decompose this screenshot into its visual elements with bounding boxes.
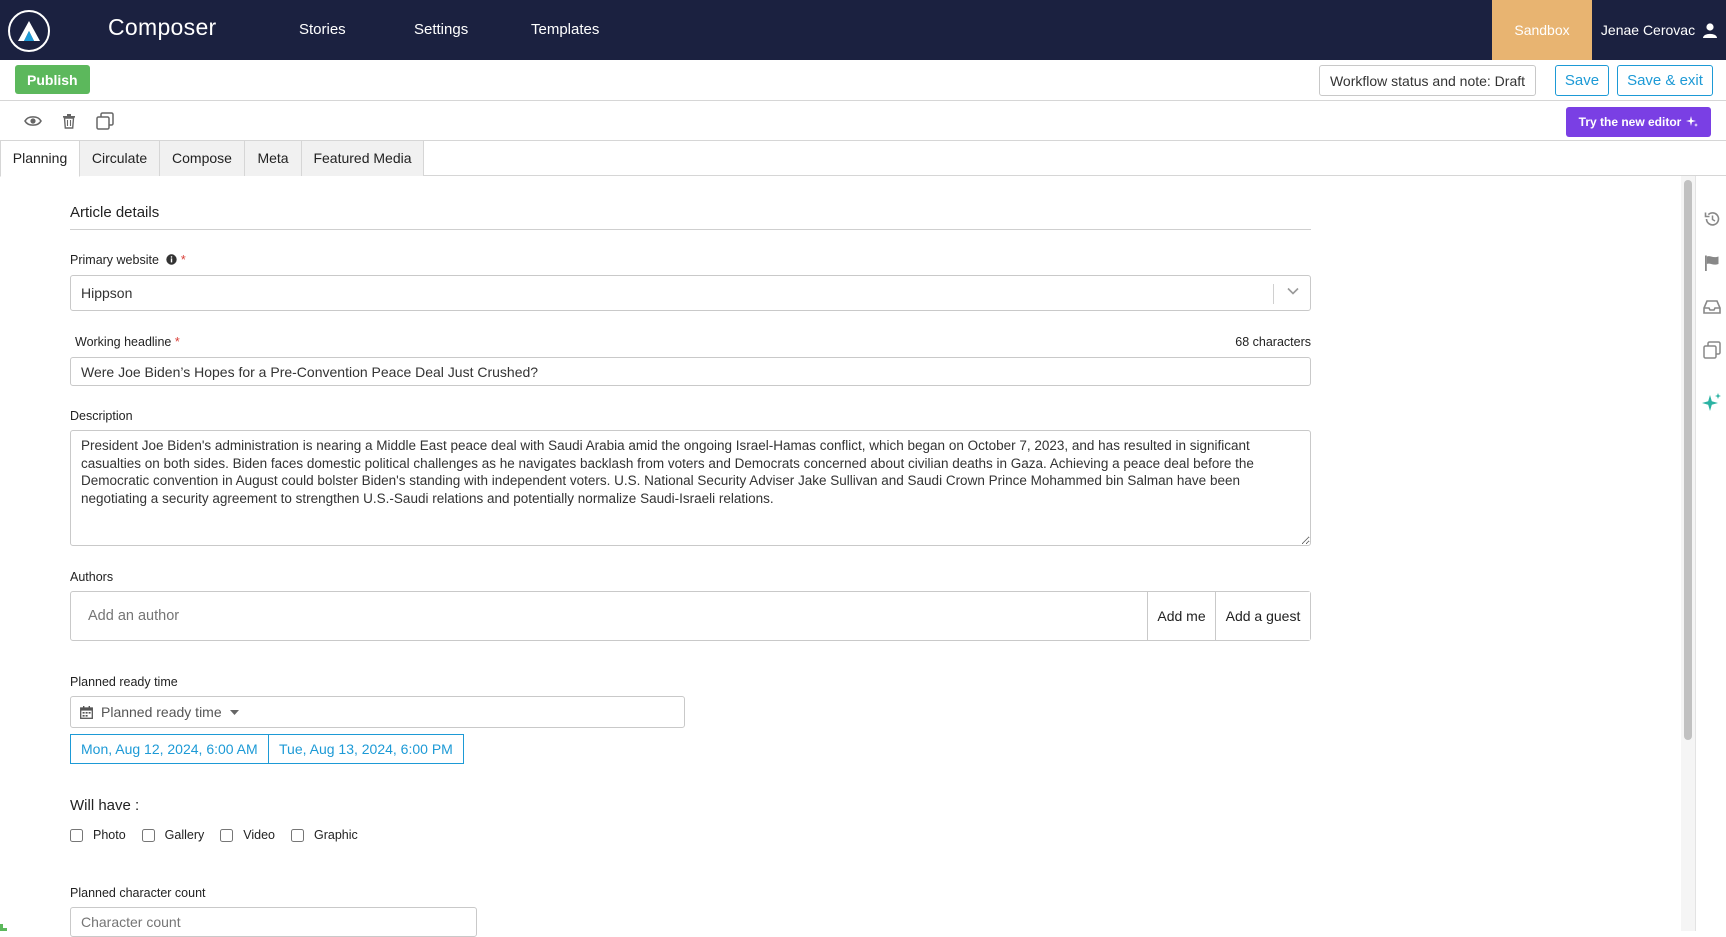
nav-link-stories[interactable]: Stories [299, 21, 346, 38]
copy-icon[interactable] [1701, 339, 1723, 361]
tab-meta[interactable]: Meta [245, 141, 302, 176]
nav-link-settings[interactable]: Settings [414, 21, 468, 38]
photo-option[interactable]: Photo [70, 828, 126, 842]
trash-icon[interactable] [57, 109, 81, 133]
planned-ready-time-label: Planned ready time [70, 675, 178, 689]
flag-icon[interactable] [1701, 252, 1723, 274]
working-headline-label: Working headline * [75, 335, 180, 349]
action-bar: Publish Workflow status and note: Draft … [0, 60, 1726, 101]
inbox-icon[interactable] [1701, 296, 1723, 318]
author-search-input[interactable] [86, 607, 1086, 625]
sandbox-badge: Sandbox [1492, 0, 1592, 60]
gallery-label: Gallery [164, 828, 205, 842]
planned-ready-time-picker-text: Planned ready time [101, 704, 222, 720]
tab-planning[interactable]: Planning [0, 141, 80, 177]
photo-checkbox[interactable] [70, 828, 83, 842]
tab-compose[interactable]: Compose [160, 141, 245, 176]
section-divider [70, 229, 1311, 230]
graphic-label: Graphic [314, 828, 358, 842]
tab-bar: Planning Circulate Compose Meta Featured… [0, 141, 1726, 177]
select-divider [1273, 284, 1274, 304]
graphic-checkbox[interactable] [291, 828, 305, 842]
photo-label: Photo [93, 828, 126, 842]
video-checkbox[interactable] [220, 828, 234, 842]
workflow-status-button[interactable]: Workflow status and note: Draft [1319, 65, 1536, 96]
will-have-options: Photo Gallery Video Graphic [70, 828, 374, 842]
description-label: Description [70, 409, 133, 423]
tab-circulate[interactable]: Circulate [80, 141, 160, 176]
save-exit-button[interactable]: Save & exit [1617, 65, 1713, 96]
ready-time-end-chip[interactable]: Tue, Aug 13, 2024, 6:00 PM [268, 734, 464, 764]
tool-bar: Try the new editor [0, 101, 1726, 141]
authors-label: Authors [70, 570, 114, 584]
planned-char-count-label: Planned character count [70, 886, 206, 900]
section-title: Article details [70, 204, 160, 221]
scrollbar[interactable] [1681, 176, 1695, 931]
graphic-option[interactable]: Graphic [291, 828, 358, 842]
eye-icon[interactable] [21, 109, 45, 133]
caret-down-icon [229, 709, 239, 715]
chevron-down-icon [1287, 287, 1299, 295]
calendar-icon [80, 705, 93, 719]
primary-website-label-text: Primary website [70, 253, 159, 267]
required-mark: * [180, 253, 186, 267]
character-count-input[interactable] [70, 907, 477, 937]
user-icon [1703, 22, 1718, 38]
sparkle-icon [1686, 116, 1699, 127]
ready-time-start-chip[interactable]: Mon, Aug 12, 2024, 6:00 AM [70, 734, 269, 764]
save-button[interactable]: Save [1555, 65, 1609, 96]
corner-accent [0, 924, 7, 931]
video-option[interactable]: Video [220, 828, 275, 842]
required-mark: * [174, 335, 180, 349]
app-title: Composer [108, 14, 217, 40]
headline-char-count: 68 characters [1235, 335, 1311, 349]
app-logo-icon[interactable] [8, 10, 50, 52]
info-icon[interactable] [166, 254, 178, 265]
try-new-editor-label: Try the new editor [1578, 115, 1682, 129]
sparkle-icon[interactable] [1701, 392, 1723, 414]
copy-icon[interactable] [93, 109, 117, 133]
authors-field: Add me Add a guest [70, 591, 1311, 641]
user-menu[interactable]: Jenae Cerovac [1592, 0, 1726, 60]
gallery-option[interactable]: Gallery [141, 828, 205, 842]
right-rail [1695, 176, 1726, 931]
gallery-checkbox[interactable] [141, 828, 155, 842]
top-navigation: Composer Stories Settings Templates Sand… [0, 0, 1726, 60]
scrollbar-thumb[interactable] [1684, 180, 1692, 740]
primary-website-value: Hippson [81, 285, 133, 301]
history-icon[interactable] [1701, 208, 1723, 230]
working-headline-label-text: Working headline [75, 335, 172, 349]
working-headline-input[interactable] [70, 357, 1311, 386]
tab-featured-media[interactable]: Featured Media [302, 141, 424, 176]
publish-button[interactable]: Publish [15, 65, 90, 94]
add-me-button[interactable]: Add me [1147, 592, 1215, 640]
add-guest-button[interactable]: Add a guest [1215, 592, 1310, 640]
video-label: Video [243, 828, 276, 842]
primary-website-select[interactable]: Hippson [70, 275, 1311, 311]
try-new-editor-button[interactable]: Try the new editor [1566, 107, 1711, 137]
user-name: Jenae Cerovac [1600, 22, 1696, 38]
planned-ready-time-picker[interactable]: Planned ready time [70, 696, 685, 728]
will-have-label: Will have : [70, 797, 140, 814]
nav-link-templates[interactable]: Templates [531, 21, 599, 38]
description-textarea[interactable]: President Joe Biden's administration is … [70, 430, 1311, 546]
planning-panel: Article details Primary website * Hippso… [0, 176, 1680, 937]
primary-website-label: Primary website * [70, 253, 186, 267]
